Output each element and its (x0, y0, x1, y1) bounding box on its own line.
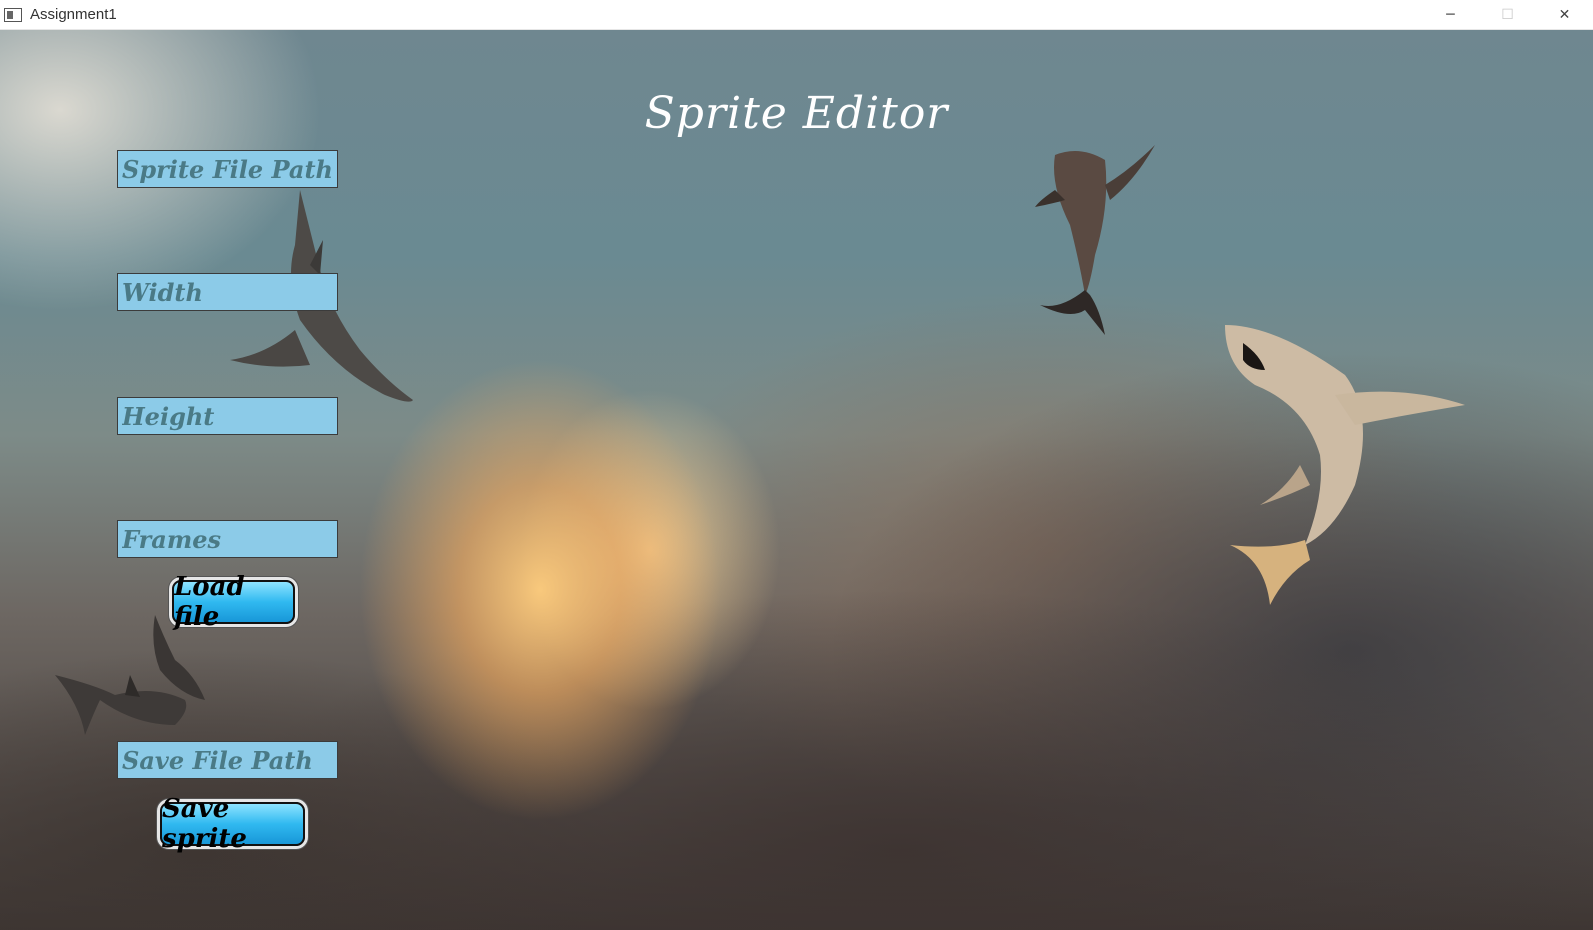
app-window: Assignment1 ─ ☐ ✕ Sprite Editor Sprite F… (0, 0, 1593, 930)
maximize-icon[interactable]: ☐ (1479, 0, 1536, 29)
window-controls: ─ ☐ ✕ (1422, 0, 1593, 29)
sprite-file-path-input[interactable] (122, 151, 337, 187)
title-bar: Assignment1 ─ ☐ ✕ (0, 0, 1593, 30)
minimize-icon[interactable]: ─ (1422, 0, 1479, 29)
width-input[interactable] (122, 274, 337, 310)
height-field[interactable] (117, 397, 338, 435)
frames-field[interactable] (117, 520, 338, 558)
frames-input[interactable] (122, 521, 337, 557)
height-input[interactable] (122, 398, 337, 434)
shark-image-bottom-left (55, 615, 205, 735)
sprite-file-path-field[interactable] (117, 150, 338, 188)
shark-image-right (1225, 325, 1465, 605)
save-file-path-field[interactable] (117, 741, 338, 779)
shark-image-top-right (1035, 145, 1155, 335)
app-heading-text: Sprite Editor (644, 88, 949, 139)
save-file-path-input[interactable] (122, 742, 337, 778)
window-title: Assignment1 (30, 6, 117, 23)
app-heading: Sprite Editor (0, 88, 1593, 139)
save-sprite-button[interactable]: Save sprite (160, 794, 305, 854)
close-icon[interactable]: ✕ (1536, 0, 1593, 29)
load-file-button[interactable]: Load file (172, 572, 295, 632)
width-field[interactable] (117, 273, 338, 311)
app-window-icon (4, 7, 22, 22)
